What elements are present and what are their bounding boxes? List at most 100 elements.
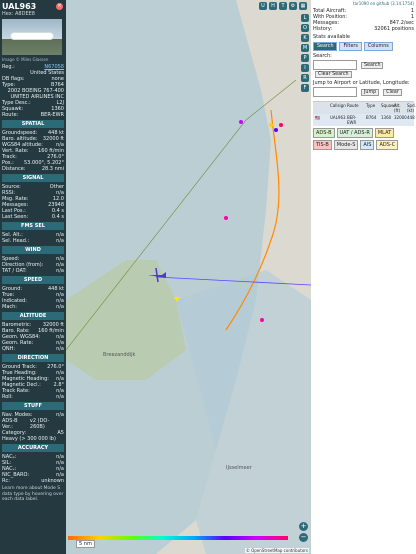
hex-label: Hex: <box>2 11 14 17</box>
side-button-i[interactable]: I <box>301 64 309 72</box>
fms-section-title: FMS SEL <box>2 222 64 230</box>
toolbar-button-t[interactable]: T <box>279 2 287 10</box>
clear-button[interactable]: Clear <box>383 88 402 96</box>
col-alt[interactable]: Alt. (ft) <box>394 103 406 113</box>
scale-bar: 5 nm <box>76 540 95 548</box>
col-type[interactable]: Type <box>366 103 380 113</box>
map-view[interactable]: U H T ⚙ ▦ L O K M P I R F Breezanddijk I… <box>66 0 311 554</box>
side-button-r[interactable]: R <box>301 74 309 82</box>
legend-adsb[interactable]: ADS-B <box>313 128 335 138</box>
rc: unknown <box>41 478 64 484</box>
altitude-color-scale <box>68 536 288 540</box>
legend-tisb[interactable]: TIS-B <box>313 140 332 150</box>
aircraft-marker[interactable] <box>279 123 283 127</box>
aircraft-marker[interactable] <box>224 216 228 220</box>
mach: n/a <box>56 304 64 310</box>
hex-value: A8DEE8 <box>15 11 35 17</box>
col-spd[interactable]: Spd. (kt) <box>407 103 416 113</box>
tab-search[interactable]: Search <box>313 42 338 51</box>
last-seen-label: Last Seen: <box>2 214 29 220</box>
roll-label: Roll: <box>2 394 13 400</box>
layers-icon[interactable]: ▦ <box>299 2 307 10</box>
aircraft-marker[interactable] <box>274 128 278 132</box>
roll: n/a <box>56 394 64 400</box>
col-squawk[interactable]: Squawk <box>381 103 397 113</box>
clear-search-button[interactable]: Clear Search <box>315 71 352 78</box>
search-input[interactable] <box>313 60 357 70</box>
row-type[interactable]: B764 <box>366 115 380 125</box>
col-flag <box>315 103 329 113</box>
stats-available[interactable]: Stats available <box>313 34 414 40</box>
aircraft-photo[interactable] <box>2 19 62 55</box>
flag-icon: 🇺🇸 <box>315 115 320 120</box>
side-buttons: L O K M P I R F <box>301 14 309 92</box>
search-tabs: Search Filters Columns <box>313 42 414 51</box>
side-button-f[interactable]: F <box>301 84 309 92</box>
route-label: Route: <box>2 112 19 118</box>
aircraft-marker[interactable] <box>260 318 264 322</box>
zoom-in-button[interactable]: + <box>299 522 308 531</box>
legend-modes[interactable]: Mode-S <box>333 140 359 150</box>
adsb-ver: v2 (DO-260B) <box>29 418 50 430</box>
category-desc: Heavy (> 300 000 lb) <box>2 436 56 442</box>
route: BER-EWR <box>40 112 64 118</box>
side-button-m[interactable]: M <box>301 44 309 52</box>
table-header: Callsign Route Type Squawk Alt. (ft) Spd… <box>313 102 416 114</box>
row-callsign[interactable]: UAL963 <box>330 115 346 125</box>
legend-ais[interactable]: AIS <box>360 140 375 150</box>
map-label-ijsselmeer: IJsselmeer <box>226 465 252 471</box>
search-label: Search: <box>313 53 332 59</box>
map-label-breezanddijk: Breezanddijk <box>103 352 136 358</box>
map-toolbar: U H T ⚙ ▦ <box>259 2 307 10</box>
wind-section-title: WIND <box>2 246 64 254</box>
tab-columns[interactable]: Columns <box>363 42 393 51</box>
jump-label: Jump to Airport or Latitude, Longitude: <box>313 80 410 86</box>
qnh: n/a <box>56 346 64 352</box>
row-squawk[interactable]: 1360 <box>381 115 393 125</box>
direction-section-title: DIRECTION <box>2 354 64 362</box>
zoom-out-button[interactable]: − <box>299 533 308 542</box>
distance-label: Distance: <box>2 166 26 172</box>
settings-icon[interactable]: ⚙ <box>289 2 297 10</box>
aircraft-detail-panel: UAL963 Hex: A8DEE8 ✕ Image © Miles Glass… <box>0 0 66 554</box>
tab-filters[interactable]: Filters <box>339 42 362 51</box>
side-button-l[interactable]: L <box>301 14 309 22</box>
aircraft-marker[interactable] <box>239 120 243 124</box>
aircraft-table: Callsign Route Type Squawk Alt. (ft) Spd… <box>313 101 416 126</box>
altitude-section-title: ALTITUDE <box>2 312 64 320</box>
side-button-k[interactable]: K <box>301 34 309 42</box>
accuracy-section-title: ACCURACY <box>2 444 64 452</box>
toolbar-button-h[interactable]: H <box>269 2 277 10</box>
distance: 28.3 nmi <box>41 166 64 172</box>
row-route[interactable]: BER-EWR <box>347 115 365 125</box>
last-seen: 0.4 s <box>51 214 64 220</box>
history: 32061 positions <box>374 26 414 32</box>
right-panel: tar1090 on github (3.14.1754) Total Airc… <box>311 0 416 554</box>
legend-mlat[interactable]: MLAT <box>374 128 395 138</box>
col-route[interactable]: Route <box>347 103 365 113</box>
table-row[interactable]: 🇺🇸 UAL963 BER-EWR B764 1360 32000 448 <box>313 114 416 126</box>
toolbar-button-u[interactable]: U <box>259 2 267 10</box>
speed-section-title: SPEED <box>2 276 64 284</box>
legend-uat[interactable]: UAT / ADS-R <box>336 128 373 138</box>
spatial-section-title: SPATIAL <box>2 120 64 128</box>
close-icon[interactable]: ✕ <box>56 3 63 10</box>
qnh-label: QNH: <box>2 346 16 352</box>
col-callsign[interactable]: Callsign <box>330 103 346 113</box>
jump-button[interactable]: Jump <box>361 88 380 96</box>
legend-adsc[interactable]: ADS-C <box>376 140 399 150</box>
search-button[interactable]: Search <box>361 61 384 69</box>
mach-label: Mach: <box>2 304 17 310</box>
attribution[interactable]: © OpenStreetMap contributors <box>244 548 309 553</box>
signal-section-title: SIGNAL <box>2 174 64 182</box>
rc-label: Rc: <box>2 478 10 484</box>
row-alt[interactable]: 32000 <box>394 115 407 125</box>
side-button-o[interactable]: O <box>301 24 309 32</box>
map-canvas[interactable] <box>66 0 311 554</box>
history-label: History: <box>313 26 333 32</box>
jump-input[interactable] <box>313 87 357 97</box>
row-spd[interactable]: 448 <box>407 115 416 125</box>
side-button-p[interactable]: P <box>301 54 309 62</box>
stuff-section-title: STUFF <box>2 402 64 410</box>
aircraft-marker[interactable] <box>269 123 273 127</box>
